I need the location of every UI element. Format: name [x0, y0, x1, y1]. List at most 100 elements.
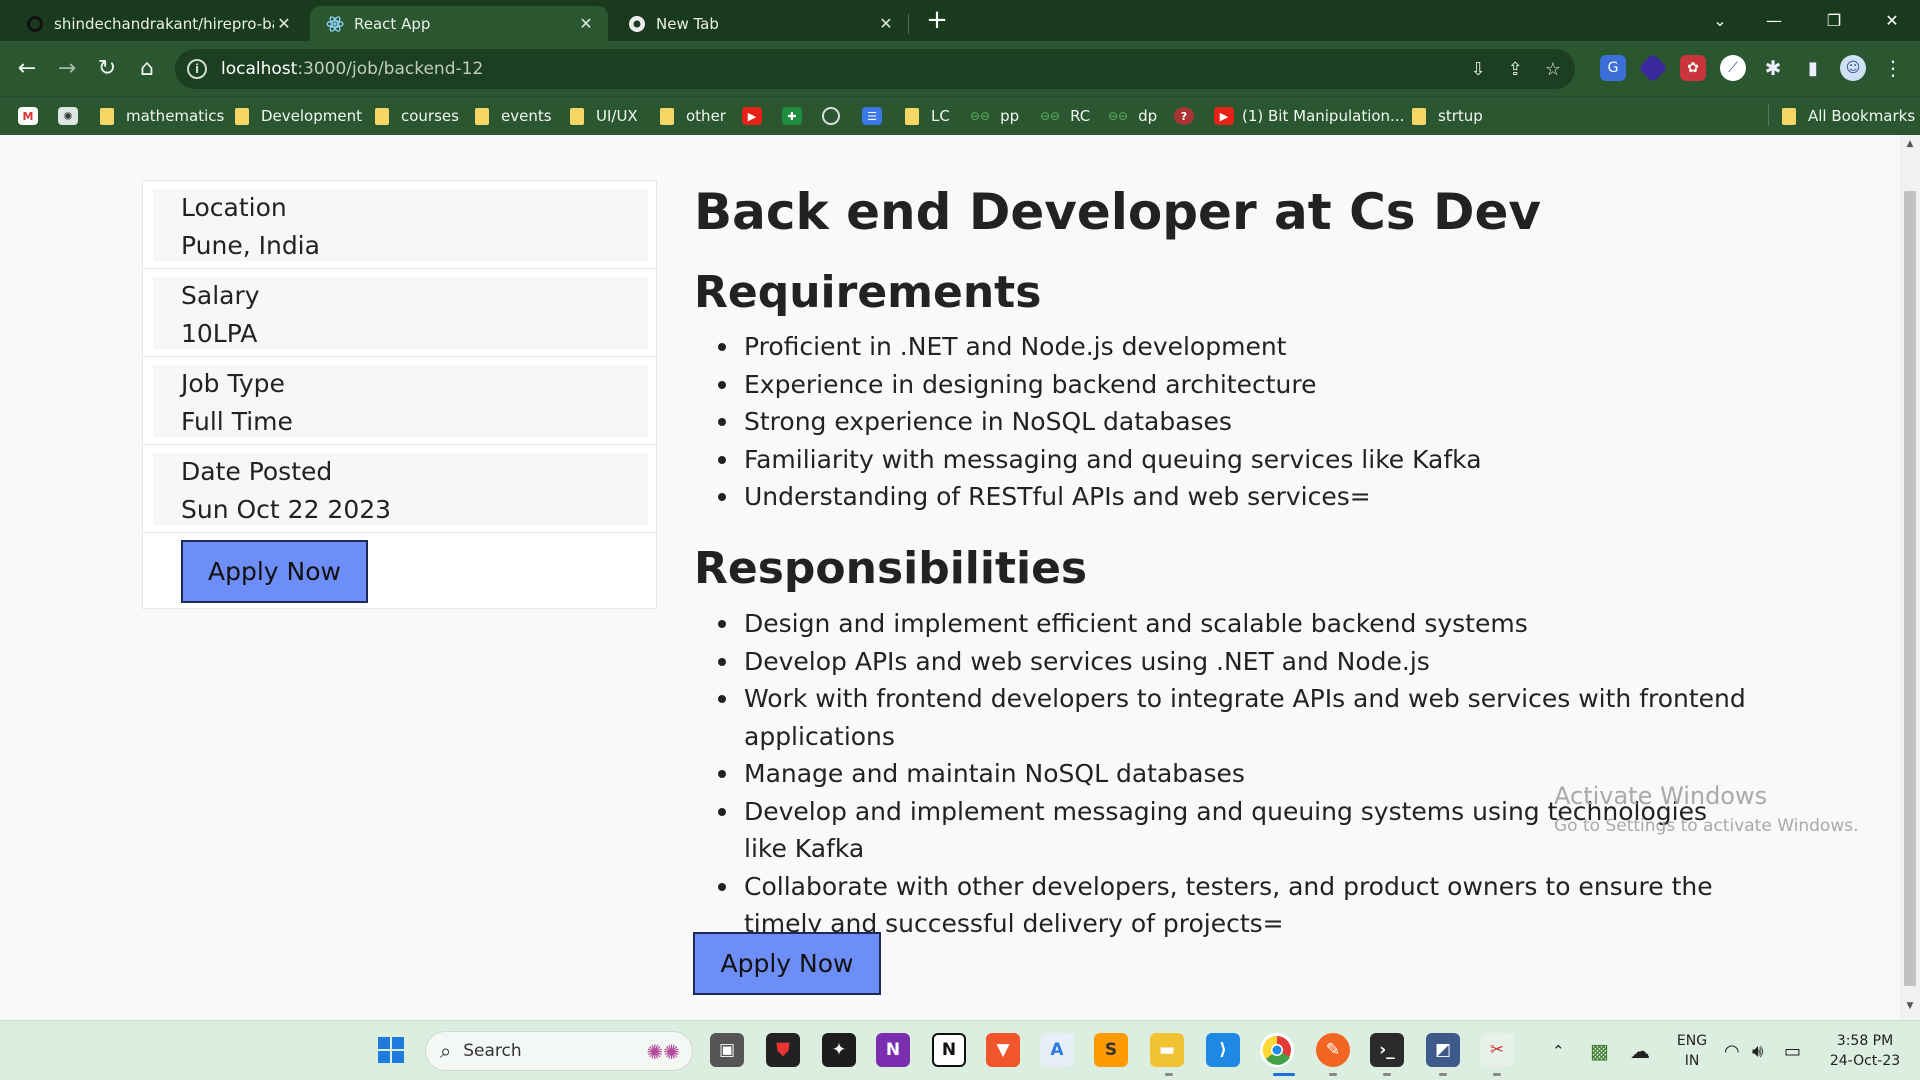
file-explorer-icon[interactable]: ▬ — [1150, 1033, 1184, 1067]
language-indicator[interactable]: ENG IN — [1672, 1031, 1712, 1071]
scroll-up-arrow-icon[interactable]: ▲ — [1904, 139, 1916, 153]
github-bookmark-icon[interactable] — [822, 105, 848, 127]
bookmark-star-icon[interactable]: ☆ — [1545, 59, 1561, 80]
tray-app-icon[interactable]: ▩ — [1590, 1021, 1609, 1080]
tab-search-icon[interactable]: ⌄ — [1692, 0, 1748, 40]
info-apply-row: Apply Now — [143, 533, 656, 608]
avatar[interactable]: ☺ — [1840, 55, 1866, 81]
bookmark-mathematics[interactable]: mathematics — [100, 105, 224, 127]
bookmark-bit-manipulation[interactable]: ▶ (1) Bit Manipulation... — [1214, 105, 1404, 127]
side-panel-icon[interactable]: ▮ — [1800, 55, 1826, 81]
bookmark-all-bookmarks[interactable]: All Bookmarks — [1782, 105, 1915, 127]
react-icon — [326, 15, 344, 33]
onenote-icon[interactable]: N — [876, 1033, 910, 1067]
postman-icon[interactable]: ✎ — [1316, 1033, 1350, 1067]
bookmark-strtup[interactable]: strtup — [1412, 105, 1483, 127]
bookmark-events[interactable]: events — [475, 105, 552, 127]
inbox-bookmark-icon[interactable]: ☰ — [862, 105, 890, 127]
chatgpt-bookmark-icon[interactable]: ✺ — [58, 105, 86, 127]
tab-new-tab[interactable]: New Tab ✕ — [612, 6, 908, 41]
menu-kebab-icon[interactable]: ⋮ — [1880, 55, 1906, 81]
url-path: :3000/job/backend-12 — [297, 59, 484, 79]
volume-icon[interactable]: 🔊︎ — [1752, 1021, 1763, 1080]
back-arrow-icon[interactable]: ← — [10, 51, 44, 85]
figma-icon[interactable]: ✦ — [822, 1033, 856, 1067]
watermark-subtitle: Go to Settings to activate Windows. — [1554, 816, 1859, 836]
link-icon: ⊖⊖ — [1040, 109, 1061, 123]
folder-icon — [1412, 107, 1426, 125]
close-icon[interactable]: ✕ — [576, 14, 596, 33]
install-app-icon[interactable]: ⇩ — [1471, 59, 1486, 80]
snipping-tool-icon[interactable]: ✂ — [1480, 1033, 1514, 1067]
vscode-icon[interactable]: ⟩ — [1206, 1033, 1240, 1067]
app-store-icon[interactable]: A — [1040, 1033, 1074, 1067]
extensions-puzzle-icon[interactable]: ✱ — [1760, 55, 1786, 81]
extension-compass-icon[interactable]: ⟋ — [1720, 55, 1746, 81]
home-icon[interactable]: ⌂ — [130, 51, 164, 85]
windows-start-icon[interactable] — [374, 1033, 408, 1067]
requirements-list: Proficient in .NET and Node.js developme… — [694, 328, 1754, 516]
list-item: Proficient in .NET and Node.js developme… — [694, 328, 1754, 366]
forward-arrow-icon[interactable]: → — [50, 51, 84, 85]
tab-title: React App — [354, 14, 431, 33]
running-indicator — [1383, 1073, 1391, 1076]
extension-red-icon[interactable]: ✿ — [1680, 55, 1706, 81]
close-window-button[interactable]: ✕ — [1864, 0, 1920, 40]
sql-workbench-icon[interactable]: ◩ — [1426, 1033, 1460, 1067]
tab-react-app[interactable]: React App ✕ — [310, 6, 608, 41]
bookmark-uiux[interactable]: UI/UX — [570, 105, 638, 127]
bookmark-other[interactable]: other — [660, 105, 726, 127]
wifi-icon[interactable]: ◠ — [1724, 1021, 1740, 1080]
system-clock[interactable]: 3:58 PM 24-Oct-23 — [1820, 1031, 1910, 1071]
task-view-icon[interactable]: ▣ — [710, 1033, 744, 1067]
sheets-bookmark-icon[interactable]: ✚ — [782, 105, 810, 127]
bookmark-dp[interactable]: ⊖⊖ dp — [1108, 105, 1157, 127]
tab-github[interactable]: shindechandrakant/hirepro-back ✕ — [10, 6, 306, 41]
restore-button[interactable]: ❐ — [1806, 0, 1862, 40]
page-scrollbar[interactable]: ▲ ▼ — [1900, 135, 1920, 1020]
new-tab-button[interactable]: + — [922, 6, 952, 36]
search-highlight-icon: ✺✺ — [646, 1040, 680, 1064]
scroll-thumb[interactable] — [1904, 191, 1916, 986]
list-item: Strong experience in NoSQL databases — [694, 403, 1754, 441]
youtube-icon: ▶ — [1214, 107, 1234, 125]
requirements-heading: Requirements — [694, 267, 1042, 318]
page-title: Back end Developer at Cs Dev — [694, 183, 1541, 241]
running-indicator — [1493, 1073, 1501, 1076]
gmail-bookmark-icon[interactable]: M — [18, 105, 46, 127]
bookmark-lc[interactable]: LC — [905, 105, 950, 127]
info-label: Salary — [181, 281, 260, 310]
bookmark-development[interactable]: Development — [235, 105, 362, 127]
info-value: 10LPA — [181, 319, 258, 348]
info-label: Date Posted — [181, 457, 333, 486]
scroll-down-arrow-icon[interactable]: ▼ — [1904, 1001, 1916, 1015]
predator-app-icon[interactable]: ⛊ — [766, 1033, 800, 1067]
notion-icon[interactable]: N — [932, 1033, 966, 1067]
bookmark-pp[interactable]: ⊖⊖ pp — [970, 105, 1019, 127]
close-icon[interactable]: ✕ — [274, 14, 294, 33]
sublime-icon[interactable]: S — [1094, 1033, 1128, 1067]
translate-extension-icon[interactable]: G — [1600, 55, 1626, 81]
close-icon[interactable]: ✕ — [876, 14, 896, 33]
site-info-icon[interactable]: i — [187, 59, 207, 79]
url-host: localhost — [221, 59, 298, 79]
brave-icon[interactable]: ▼ — [986, 1033, 1020, 1067]
apply-now-button[interactable]: Apply Now — [181, 540, 368, 603]
taskbar-search[interactable]: ⌕ Search ✺✺ — [425, 1031, 693, 1071]
apply-now-button[interactable]: Apply Now — [693, 932, 881, 995]
windows-taskbar: ⌕ Search ✺✺ ▣ ⛊ ✦ N N ▼ A S ▬ ⟩ ✎ ›_ ◩ ✂… — [0, 1020, 1920, 1080]
terminal-icon[interactable]: ›_ — [1370, 1033, 1404, 1067]
help-bookmark-icon[interactable]: ? — [1174, 105, 1202, 127]
extension-diamond-icon[interactable] — [1638, 53, 1668, 83]
chrome-taskbar-icon[interactable] — [1260, 1033, 1294, 1067]
onedrive-icon[interactable]: ☁ — [1630, 1021, 1650, 1080]
reload-icon[interactable]: ↻ — [90, 51, 124, 85]
share-icon[interactable]: ⇪ — [1508, 59, 1523, 80]
address-bar[interactable]: i localhost:3000/job/backend-12 ⇩ ⇪ ☆ — [175, 49, 1575, 89]
tray-overflow-icon[interactable]: ⌃ — [1552, 1021, 1565, 1080]
battery-icon[interactable]: ▭ — [1784, 1021, 1801, 1080]
minimize-button[interactable]: — — [1746, 0, 1802, 40]
bookmark-rc[interactable]: ⊖⊖ RC — [1040, 105, 1090, 127]
bookmark-courses[interactable]: courses — [375, 105, 459, 127]
youtube-bookmark-icon[interactable]: ▶ — [742, 105, 770, 127]
